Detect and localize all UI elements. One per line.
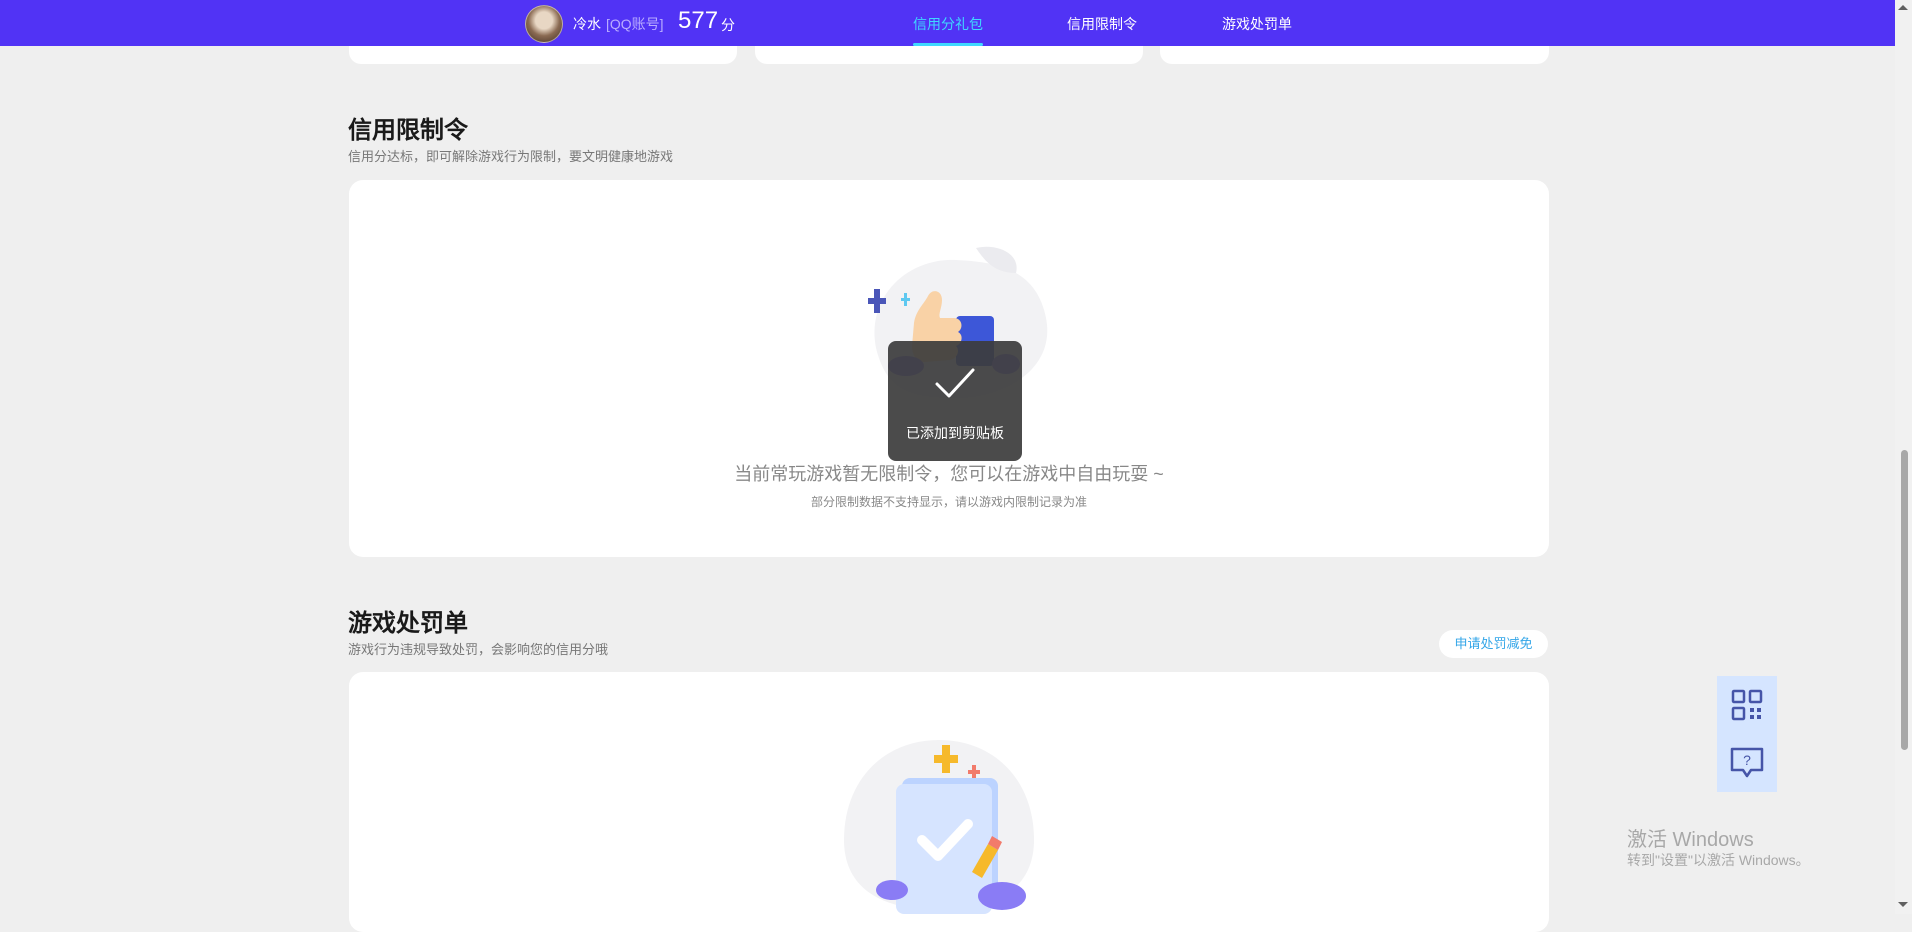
tab-game-penalty[interactable]: 游戏处罚单 — [1222, 14, 1292, 34]
penalty-section-subtitle: 游戏行为违规导致处罚，会影响您的信用分哦 — [348, 642, 609, 657]
checkmark-icon — [935, 368, 975, 398]
restriction-empty-message: 当前常玩游戏暂无限制令，您可以在游戏中自由玩耍 ~ — [734, 464, 1164, 484]
username: 冷水 — [573, 16, 601, 32]
help-chat-icon: ? — [1730, 747, 1764, 778]
help-feedback-button[interactable]: ? — [1717, 734, 1777, 792]
top-navigation-bar: 冷水 [QQ账号] 577 分 信用分礼包 信用限制令 游戏处罚单 — [0, 0, 1895, 46]
svg-text:?: ? — [1743, 752, 1751, 768]
active-tab-indicator — [913, 43, 983, 46]
tab-credit-restriction[interactable]: 信用限制令 — [1067, 14, 1137, 34]
windows-activation-hint: 转到"设置"以激活 Windows。 — [1627, 852, 1810, 868]
account-type-label: [QQ账号] — [606, 16, 664, 32]
restriction-section-title: 信用限制令 — [348, 117, 468, 144]
scroll-up-arrow-icon[interactable] — [1898, 5, 1908, 10]
qr-code-button[interactable] — [1717, 676, 1777, 734]
avatar[interactable] — [525, 5, 563, 43]
windows-activation-title: 激活 Windows — [1627, 829, 1754, 851]
scrollbar-thumb[interactable] — [1901, 450, 1908, 750]
qr-code-icon — [1731, 689, 1763, 721]
credit-score-unit: 分 — [721, 17, 735, 33]
credit-score: 577 — [678, 7, 719, 34]
clipboard-toast: 已添加到剪贴板 — [888, 341, 1022, 461]
toast-message: 已添加到剪贴板 — [906, 425, 1004, 441]
checklist-illustration — [844, 740, 1034, 914]
scroll-down-arrow-icon[interactable] — [1898, 902, 1908, 907]
penalty-section-title: 游戏处罚单 — [348, 610, 468, 637]
appeal-penalty-button[interactable]: 申请处罚减免 — [1439, 630, 1548, 658]
penalty-panel — [349, 672, 1549, 932]
restriction-section-subtitle: 信用分达标，即可解除游戏行为限制，要文明健康地游戏 — [348, 149, 674, 164]
restriction-empty-note: 部分限制数据不支持显示，请以游戏内限制记录为准 — [810, 495, 1087, 509]
tab-credit-gift[interactable]: 信用分礼包 — [913, 14, 983, 34]
